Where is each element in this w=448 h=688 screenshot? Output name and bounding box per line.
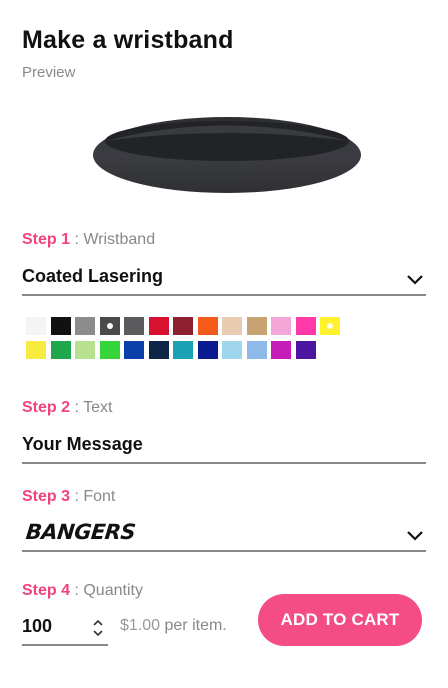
step1-number: Step 1 bbox=[22, 231, 71, 248]
preview-label: Preview bbox=[22, 64, 76, 81]
step3-number: Step 3 bbox=[22, 488, 71, 505]
color-swatch[interactable] bbox=[124, 317, 144, 335]
page-title: Make a wristband bbox=[22, 26, 234, 54]
swatch-marker bbox=[327, 323, 333, 329]
message-input-row[interactable]: Your Message bbox=[22, 430, 426, 464]
color-swatch[interactable] bbox=[197, 317, 218, 335]
color-swatch[interactable] bbox=[271, 317, 291, 335]
chevron-down-icon bbox=[407, 275, 423, 285]
color-swatch[interactable] bbox=[320, 317, 340, 335]
price-suffix: per item. bbox=[160, 617, 227, 634]
color-swatch[interactable] bbox=[50, 317, 71, 335]
step1-text: : Wristband bbox=[74, 231, 156, 248]
chevron-down-icon bbox=[407, 531, 423, 541]
selected-indicator bbox=[106, 323, 113, 329]
step3-text: : Font bbox=[74, 488, 116, 505]
color-swatch[interactable] bbox=[222, 341, 242, 359]
step4-label: Step 4 : Quantity bbox=[22, 582, 143, 600]
color-swatch[interactable] bbox=[246, 341, 267, 359]
color-swatch[interactable] bbox=[99, 317, 120, 335]
message-input[interactable]: Your Message bbox=[22, 434, 382, 455]
stepper-icon[interactable] bbox=[92, 618, 104, 638]
price-amount: $1.00 bbox=[120, 617, 161, 634]
color-swatch[interactable] bbox=[26, 317, 46, 335]
step4-text: : Quantity bbox=[74, 582, 143, 599]
wristband-type-select[interactable]: Coated Lasering bbox=[22, 262, 426, 296]
wristband-preview bbox=[90, 114, 364, 196]
step2-number: Step 2 bbox=[22, 399, 71, 416]
color-swatch[interactable] bbox=[295, 341, 316, 359]
color-swatch[interactable] bbox=[148, 341, 169, 359]
color-swatches bbox=[26, 317, 356, 365]
font-value: BANGERS bbox=[24, 520, 137, 544]
color-swatch[interactable] bbox=[197, 341, 218, 359]
swatch-row-2 bbox=[26, 341, 356, 359]
color-swatch[interactable] bbox=[99, 341, 120, 359]
color-swatch[interactable] bbox=[75, 341, 95, 359]
color-swatch[interactable] bbox=[124, 341, 144, 359]
step4-number: Step 4 bbox=[22, 582, 71, 599]
step2-text: : Text bbox=[74, 399, 113, 416]
color-swatch[interactable] bbox=[173, 341, 193, 359]
add-to-cart-button[interactable]: ADD TO CART bbox=[258, 594, 422, 646]
step1-label: Step 1 : Wristband bbox=[22, 231, 155, 249]
color-swatch[interactable] bbox=[222, 317, 242, 335]
color-swatch[interactable] bbox=[26, 341, 46, 359]
wristband-type-value: Coated Lasering bbox=[22, 266, 164, 286]
color-swatch[interactable] bbox=[75, 317, 95, 335]
step3-label: Step 3 : Font bbox=[22, 488, 115, 506]
color-swatch[interactable] bbox=[50, 341, 71, 359]
swatch-row-1 bbox=[26, 317, 356, 335]
color-swatch[interactable] bbox=[173, 317, 193, 335]
price-per-item: $1.00 per item. bbox=[120, 617, 227, 635]
font-select[interactable]: BANGERS bbox=[22, 518, 426, 552]
quantity-stepper[interactable]: 100 bbox=[22, 606, 108, 646]
color-swatch[interactable] bbox=[295, 317, 316, 335]
color-swatch[interactable] bbox=[271, 341, 291, 359]
color-swatch[interactable] bbox=[148, 317, 169, 335]
quantity-value[interactable]: 100 bbox=[22, 616, 52, 637]
step2-label: Step 2 : Text bbox=[22, 399, 112, 417]
color-swatch[interactable] bbox=[246, 317, 267, 335]
